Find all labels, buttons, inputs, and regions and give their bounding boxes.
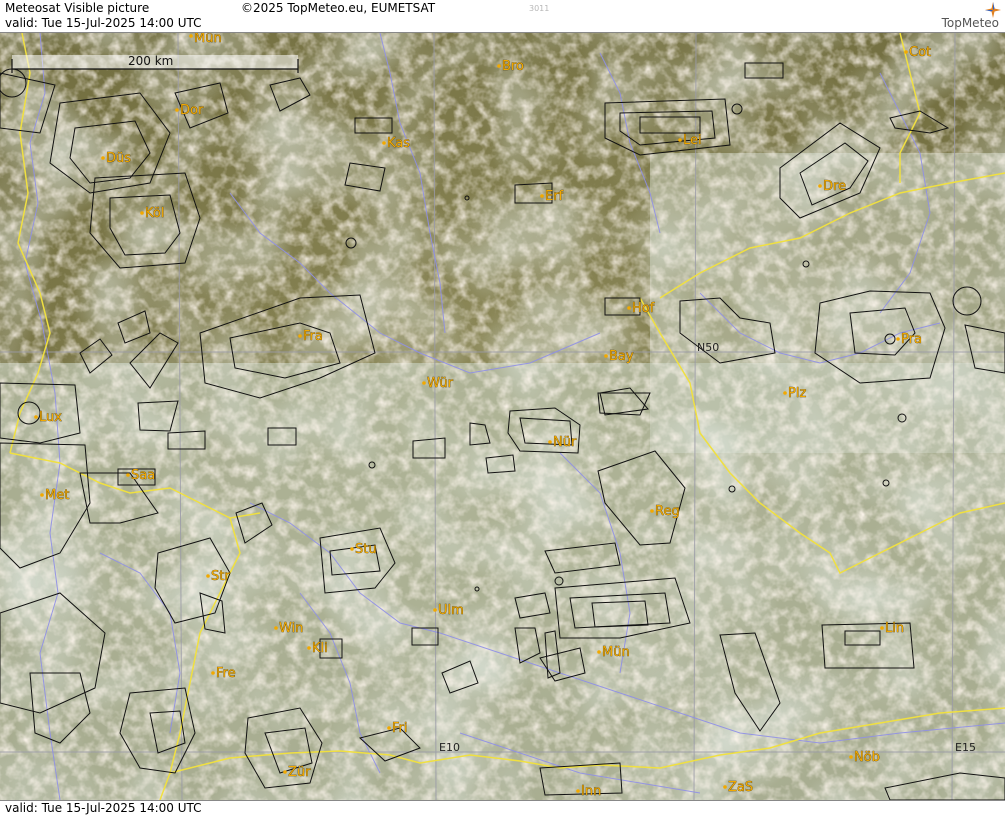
satellite-map[interactable]: 200 km N50 E10 E15 Mün Bro Cot Dor Kas Lei Düs…	[0, 33, 1005, 800]
city-dot	[433, 608, 437, 612]
city-label: Hof	[632, 301, 655, 316]
city-label: Saa	[131, 468, 155, 483]
city-dot	[849, 755, 853, 759]
city-dot	[540, 194, 544, 198]
city-dot	[548, 440, 552, 444]
city-dot	[350, 547, 354, 551]
city-dot	[189, 34, 193, 38]
city-label: Dor	[180, 103, 204, 118]
city-label: Nöb	[854, 750, 880, 765]
city-label: Düs	[106, 151, 131, 166]
map-title: Meteosat Visible picture	[5, 1, 150, 15]
valid-time-top: valid: Tue 15-Jul-2025 14:00 UTC	[5, 16, 202, 30]
map-canvas: 200 km N50 E10 E15 Mün Bro Cot Dor Kas Lei Düs…	[0, 33, 1005, 800]
city-label: Bro	[502, 59, 524, 74]
city-label: Zür	[288, 765, 311, 780]
city-dot	[723, 785, 727, 789]
footer-bar: valid: Tue 15-Jul-2025 14:00 UTC	[0, 800, 1005, 815]
city-label: Fra	[303, 329, 323, 344]
grid-label-n50: N50	[697, 341, 719, 354]
header-bar: Meteosat Visible picture ©2025 TopMeteo.…	[0, 0, 1005, 33]
topmeteo-logo[interactable]: TopMeteo	[899, 0, 1001, 32]
city-label: Erf	[545, 189, 564, 204]
city-label: Dre	[823, 179, 846, 194]
city-dot	[576, 789, 580, 793]
city-dot	[206, 574, 210, 578]
city-label: Met	[45, 488, 69, 503]
city-label: Nür	[553, 435, 577, 450]
city-label: Stu	[355, 542, 377, 557]
city-dot	[283, 770, 287, 774]
city-dot	[818, 184, 822, 188]
city-dot	[904, 50, 908, 54]
city-label: Cot	[909, 45, 931, 60]
city-dot	[34, 415, 38, 419]
city-dot	[604, 354, 608, 358]
city-dot	[175, 108, 179, 112]
city-dot	[678, 138, 682, 142]
city-label: Lin	[885, 621, 904, 636]
city-label: Plz	[788, 386, 806, 401]
city-dot	[387, 726, 391, 730]
copyright-notice: ©2025 TopMeteo.eu, EUMETSAT	[241, 1, 436, 15]
city-label: Pra	[901, 332, 922, 347]
scale-bar-label: 200 km	[128, 54, 173, 68]
city-label: Kas	[387, 136, 410, 151]
city-label: Reg	[655, 504, 680, 519]
city-dot	[101, 156, 105, 160]
city-label: Mün	[194, 33, 222, 46]
city-label: Fre	[216, 666, 236, 681]
city-dot	[307, 646, 311, 650]
city-dot	[274, 626, 278, 630]
city-label: Lei	[683, 133, 702, 148]
city-dot	[298, 334, 302, 338]
city-label: Bay	[609, 349, 634, 364]
city-label: Mün	[602, 645, 630, 660]
city-label: Wür	[427, 376, 454, 391]
grid-label-e15: E15	[955, 741, 976, 754]
city-dot	[880, 626, 884, 630]
valid-time-bottom: valid: Tue 15-Jul-2025 14:00 UTC	[5, 801, 202, 815]
city-label: Kli	[312, 641, 328, 656]
city-dot	[140, 211, 144, 215]
city-label: Köl	[145, 206, 164, 221]
image-code: 3011	[529, 4, 550, 13]
city-label: Str	[211, 569, 230, 584]
city-label: Fri	[392, 721, 408, 736]
city-label: Win	[279, 621, 303, 636]
logo-text: TopMeteo	[941, 16, 999, 30]
city-label: Ulm	[438, 603, 464, 618]
city-dot	[597, 650, 601, 654]
city-dot	[382, 141, 386, 145]
city-dot	[650, 509, 654, 513]
grid-label-e10: E10	[439, 741, 460, 754]
city-dot	[126, 473, 130, 477]
city-dot	[422, 381, 426, 385]
city-dot	[627, 306, 631, 310]
city-dot	[896, 337, 900, 341]
city-label: ZaS	[728, 780, 753, 795]
city-label: Inn	[581, 784, 601, 799]
city-dot	[211, 671, 215, 675]
city-label: Lux	[39, 410, 62, 425]
city-dot	[497, 64, 501, 68]
city-dot	[783, 391, 787, 395]
city-dot	[40, 493, 44, 497]
